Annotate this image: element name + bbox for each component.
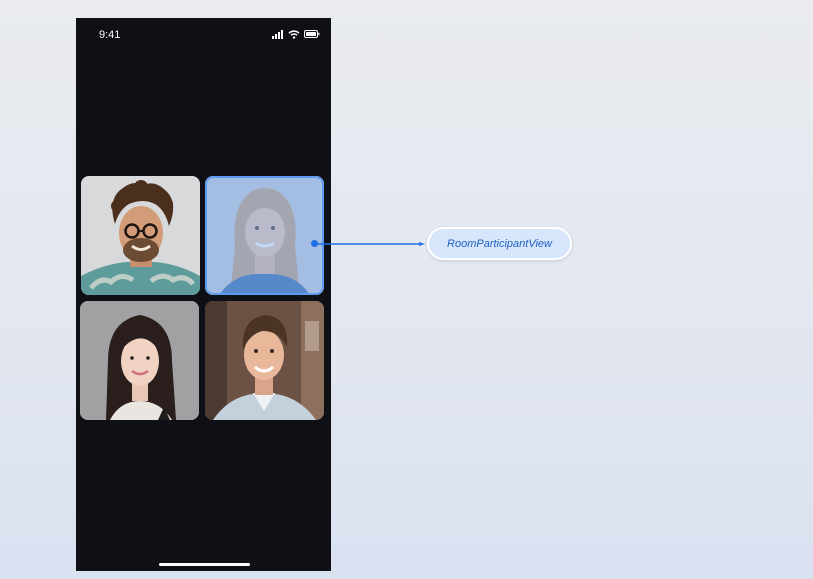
wifi-icon xyxy=(288,29,300,39)
avatar-dark-hair-woman xyxy=(80,301,199,420)
battery-icon xyxy=(304,30,320,38)
callout-arrow xyxy=(315,242,425,246)
avatar-curly-hair-glasses xyxy=(81,176,200,295)
participant-tile-highlighted[interactable] xyxy=(205,176,324,295)
home-indicator xyxy=(159,563,250,566)
status-time: 9:41 xyxy=(99,29,121,41)
participant-tile[interactable] xyxy=(81,176,200,295)
participant-tile[interactable] xyxy=(80,301,199,420)
status-icons xyxy=(272,29,320,39)
avatar-man-blazer xyxy=(205,301,324,420)
participant-tile[interactable] xyxy=(205,301,324,420)
signal-icon xyxy=(272,29,283,39)
selection-highlight xyxy=(205,176,324,295)
component-label: RoomParticipantView xyxy=(447,237,552,250)
phone-screen: 9:41 xyxy=(76,18,331,571)
component-label-pill: RoomParticipantView xyxy=(427,227,572,260)
